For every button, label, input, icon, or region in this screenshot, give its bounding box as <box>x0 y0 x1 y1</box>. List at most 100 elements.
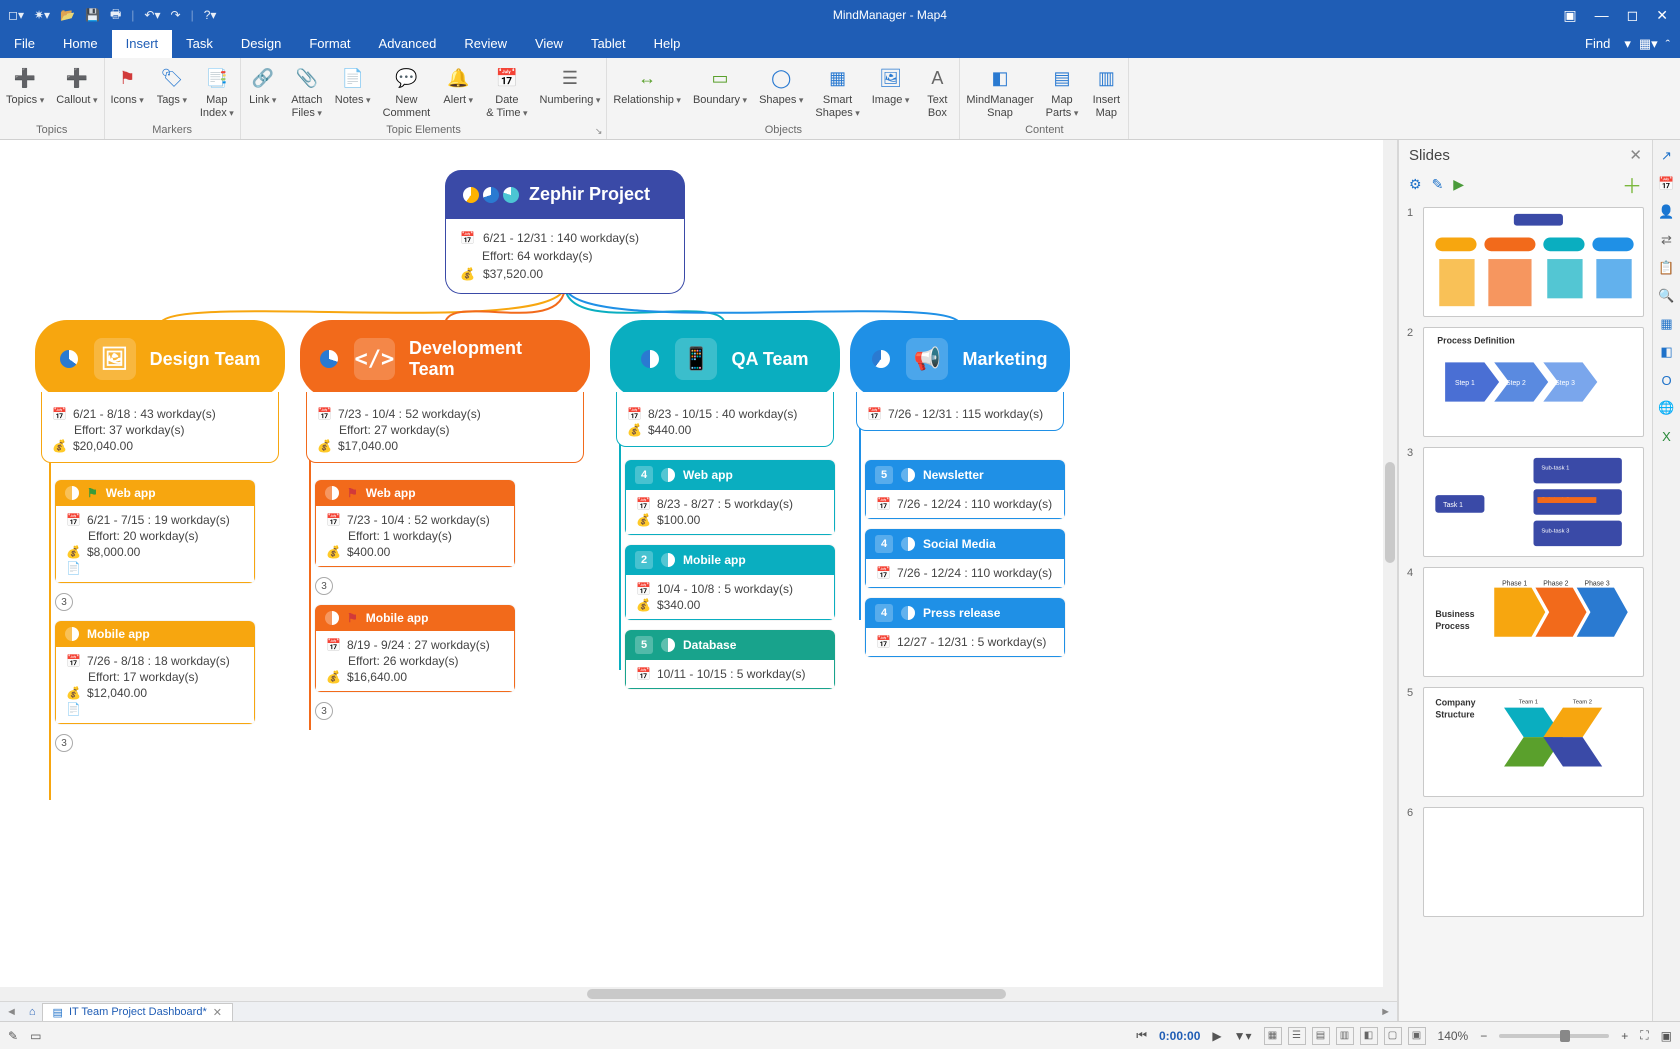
timer-play-icon[interactable]: ▶ <box>1212 1029 1221 1043</box>
task-web-app[interactable]: Web app6/21 - 7/15 : 19 workday(s)Effort… <box>55 480 255 583</box>
tab-tablet[interactable]: Tablet <box>577 30 640 58</box>
task-mobile-app[interactable]: Mobile app8/19 - 9/24 : 27 workday(s)Eff… <box>315 605 515 692</box>
slide-6[interactable]: 6 <box>1407 807 1644 917</box>
ribbon-snap[interactable]: ◧MindManagerSnap <box>960 62 1039 121</box>
close-panel-icon[interactable]: ✕ <box>1629 146 1642 164</box>
fit-page-icon[interactable]: ⛶ <box>1640 1028 1648 1043</box>
children-count[interactable]: 3 <box>55 593 73 611</box>
settings-icon[interactable]: ✷▾ <box>34 8 50 22</box>
tab-task[interactable]: Task <box>172 30 227 58</box>
close-tab-icon[interactable]: ✕ <box>213 1006 222 1019</box>
task-database[interactable]: 5Database10/11 - 10/15 : 5 workday(s) <box>625 630 835 689</box>
document-tab[interactable]: ▤ IT Team Project Dashboard* ✕ <box>42 1003 233 1021</box>
ribbon-callout[interactable]: ➕Callout <box>50 62 103 109</box>
add-slide-icon[interactable]: ＋ <box>1622 170 1642 199</box>
ribbon-tags[interactable]: 🏷Tags <box>150 62 194 109</box>
tab-help[interactable]: Help <box>640 30 695 58</box>
view-gantt-icon[interactable]: ▤ <box>1312 1027 1330 1045</box>
canvas[interactable]: Zephir Project 6/21 - 12/31 : 140 workda… <box>0 140 1398 1021</box>
close-icon[interactable]: ✕ <box>1656 7 1668 24</box>
task-web-app[interactable]: 4Web app8/23 - 8/27 : 5 workday(s)$100.0… <box>625 460 835 535</box>
link-icon[interactable]: ⇄ <box>1657 230 1677 250</box>
ribbon-attach[interactable]: 📎AttachFiles <box>285 62 329 121</box>
globe-icon[interactable]: 🌐 <box>1657 398 1677 418</box>
task-newsletter[interactable]: 5Newsletter7/26 - 12/24 : 110 workday(s) <box>865 460 1065 519</box>
zoom-slider[interactable] <box>1499 1034 1609 1038</box>
ribbon-numbering[interactable]: ☰Numbering <box>534 62 607 109</box>
slide-4[interactable]: 4BusinessProcessPhase 1Phase 2Phase 3 <box>1407 567 1644 677</box>
task-social-media[interactable]: 4Social Media7/26 - 12/24 : 110 workday(… <box>865 529 1065 588</box>
team-qa[interactable]: 📱QA Team 8/23 - 10/15 : 40 workday(s) $4… <box>610 320 840 447</box>
minimize-icon[interactable]: ― <box>1595 7 1609 24</box>
map-nav-icon[interactable]: ▦▾ <box>1639 36 1658 52</box>
calendar-icon[interactable]: 📅 <box>1657 174 1677 194</box>
team-design[interactable]: 🖼Design Team 6/21 - 8/18 : 43 workday(s)… <box>35 320 285 463</box>
share-icon[interactable]: ↗ <box>1657 146 1677 166</box>
slide-5[interactable]: 5CompanyStructureTeam 1Team 2 <box>1407 687 1644 797</box>
outlook-icon[interactable]: O <box>1657 370 1677 390</box>
tab-review[interactable]: Review <box>450 30 521 58</box>
ribbon-display-icon[interactable]: ▣ <box>1563 7 1576 24</box>
tab-scroll-right-icon[interactable]: ► <box>1374 1006 1397 1018</box>
tab-insert[interactable]: Insert <box>112 30 173 58</box>
root-topic[interactable]: Zephir Project 6/21 - 12/31 : 140 workda… <box>445 170 685 294</box>
ribbon-smartshapes[interactable]: ▦SmartShapes <box>809 62 865 121</box>
pen-mode-icon[interactable]: ✎ <box>8 1029 18 1043</box>
group-launcher-icon[interactable]: ↘ <box>595 126 603 137</box>
ribbon-relationship[interactable]: ↔Relationship <box>607 62 687 109</box>
new-doc-icon[interactable]: ◻▾ <box>8 8 24 22</box>
maximize-icon[interactable]: ◻ <box>1627 7 1639 24</box>
collapse-ribbon-icon[interactable]: ˆ <box>1666 37 1670 52</box>
find-button[interactable]: Find <box>1571 30 1624 58</box>
ribbon-topics[interactable]: ➕Topics <box>0 62 50 109</box>
save-icon[interactable]: 💾 <box>85 8 100 22</box>
print-icon[interactable]: 🖶 <box>110 5 121 26</box>
view-schedule-icon[interactable]: ▥ <box>1336 1027 1354 1045</box>
search-icon[interactable]: 🔍 <box>1657 286 1677 306</box>
team-dev[interactable]: </>Development Team 7/23 - 10/4 : 52 wor… <box>300 320 590 463</box>
children-count[interactable]: 3 <box>315 577 333 595</box>
ribbon-notes[interactable]: 📄Notes <box>329 62 377 109</box>
vertical-scrollbar[interactable] <box>1383 140 1397 987</box>
task-press-release[interactable]: 4Press release12/27 - 12/31 : 5 workday(… <box>865 598 1065 657</box>
view-presentation-icon[interactable]: ▣ <box>1408 1027 1426 1045</box>
zoom-in-icon[interactable]: + <box>1621 1029 1628 1043</box>
filter-icon[interactable]: ▼▾ <box>1234 1029 1252 1043</box>
children-count[interactable]: 3 <box>55 734 73 752</box>
ribbon-mapindex[interactable]: 📑MapIndex <box>194 62 240 121</box>
view-icon-icon[interactable]: ◧ <box>1360 1027 1378 1045</box>
slide-2[interactable]: 2Process DefinitionStep 1Step 2Step 3 <box>1407 327 1644 437</box>
tab-scroll-left-icon[interactable]: ◄ <box>0 1006 23 1018</box>
help-icon[interactable]: ?▾ <box>204 8 217 22</box>
snap-icon[interactable]: ◧ <box>1657 342 1677 362</box>
slide-play-icon[interactable]: ▶ <box>1453 176 1464 193</box>
tab-file[interactable]: File <box>0 30 49 58</box>
tab-advanced[interactable]: Advanced <box>365 30 451 58</box>
slide-edit-icon[interactable]: ✎ <box>1432 176 1444 193</box>
excel-icon[interactable]: X <box>1657 426 1677 446</box>
person-icon[interactable]: 👤 <box>1657 202 1677 222</box>
view-tag-icon[interactable]: ▢ <box>1384 1027 1402 1045</box>
slide-1[interactable]: 1 <box>1407 207 1644 317</box>
clipboard-icon[interactable]: 📋 <box>1657 258 1677 278</box>
ribbon-boundary[interactable]: ▭Boundary <box>687 62 753 109</box>
tab-home[interactable]: Home <box>49 30 112 58</box>
task-mobile-app[interactable]: Mobile app7/26 - 8/18 : 18 workday(s)Eff… <box>55 621 255 724</box>
find-options-icon[interactable]: ▾ <box>1624 36 1631 52</box>
view-outline-icon[interactable]: ☰ <box>1288 1027 1306 1045</box>
ribbon-insertmap[interactable]: ▥InsertMap <box>1084 62 1128 121</box>
panel-icon[interactable]: ▦ <box>1657 314 1677 334</box>
ribbon-alert[interactable]: 🔔Alert <box>436 62 480 109</box>
slide-settings-icon[interactable]: ⚙ <box>1409 176 1422 193</box>
timer-prev-icon[interactable]: ⏮ <box>1136 1028 1147 1043</box>
tab-home-icon[interactable]: ⌂ <box>23 1006 42 1018</box>
redo-icon[interactable]: ↷ <box>171 8 181 22</box>
ribbon-textbox[interactable]: ATextBox <box>915 62 959 121</box>
ribbon-icons[interactable]: ⚑Icons <box>105 62 150 109</box>
ribbon-link[interactable]: 🔗Link <box>241 62 285 109</box>
view-map-icon[interactable]: ▦ <box>1264 1027 1282 1045</box>
ribbon-shapes[interactable]: ◯Shapes <box>753 62 809 109</box>
highlight-icon[interactable]: ▭ <box>30 1029 41 1043</box>
tab-view[interactable]: View <box>521 30 577 58</box>
zoom-out-icon[interactable]: − <box>1480 1029 1487 1043</box>
